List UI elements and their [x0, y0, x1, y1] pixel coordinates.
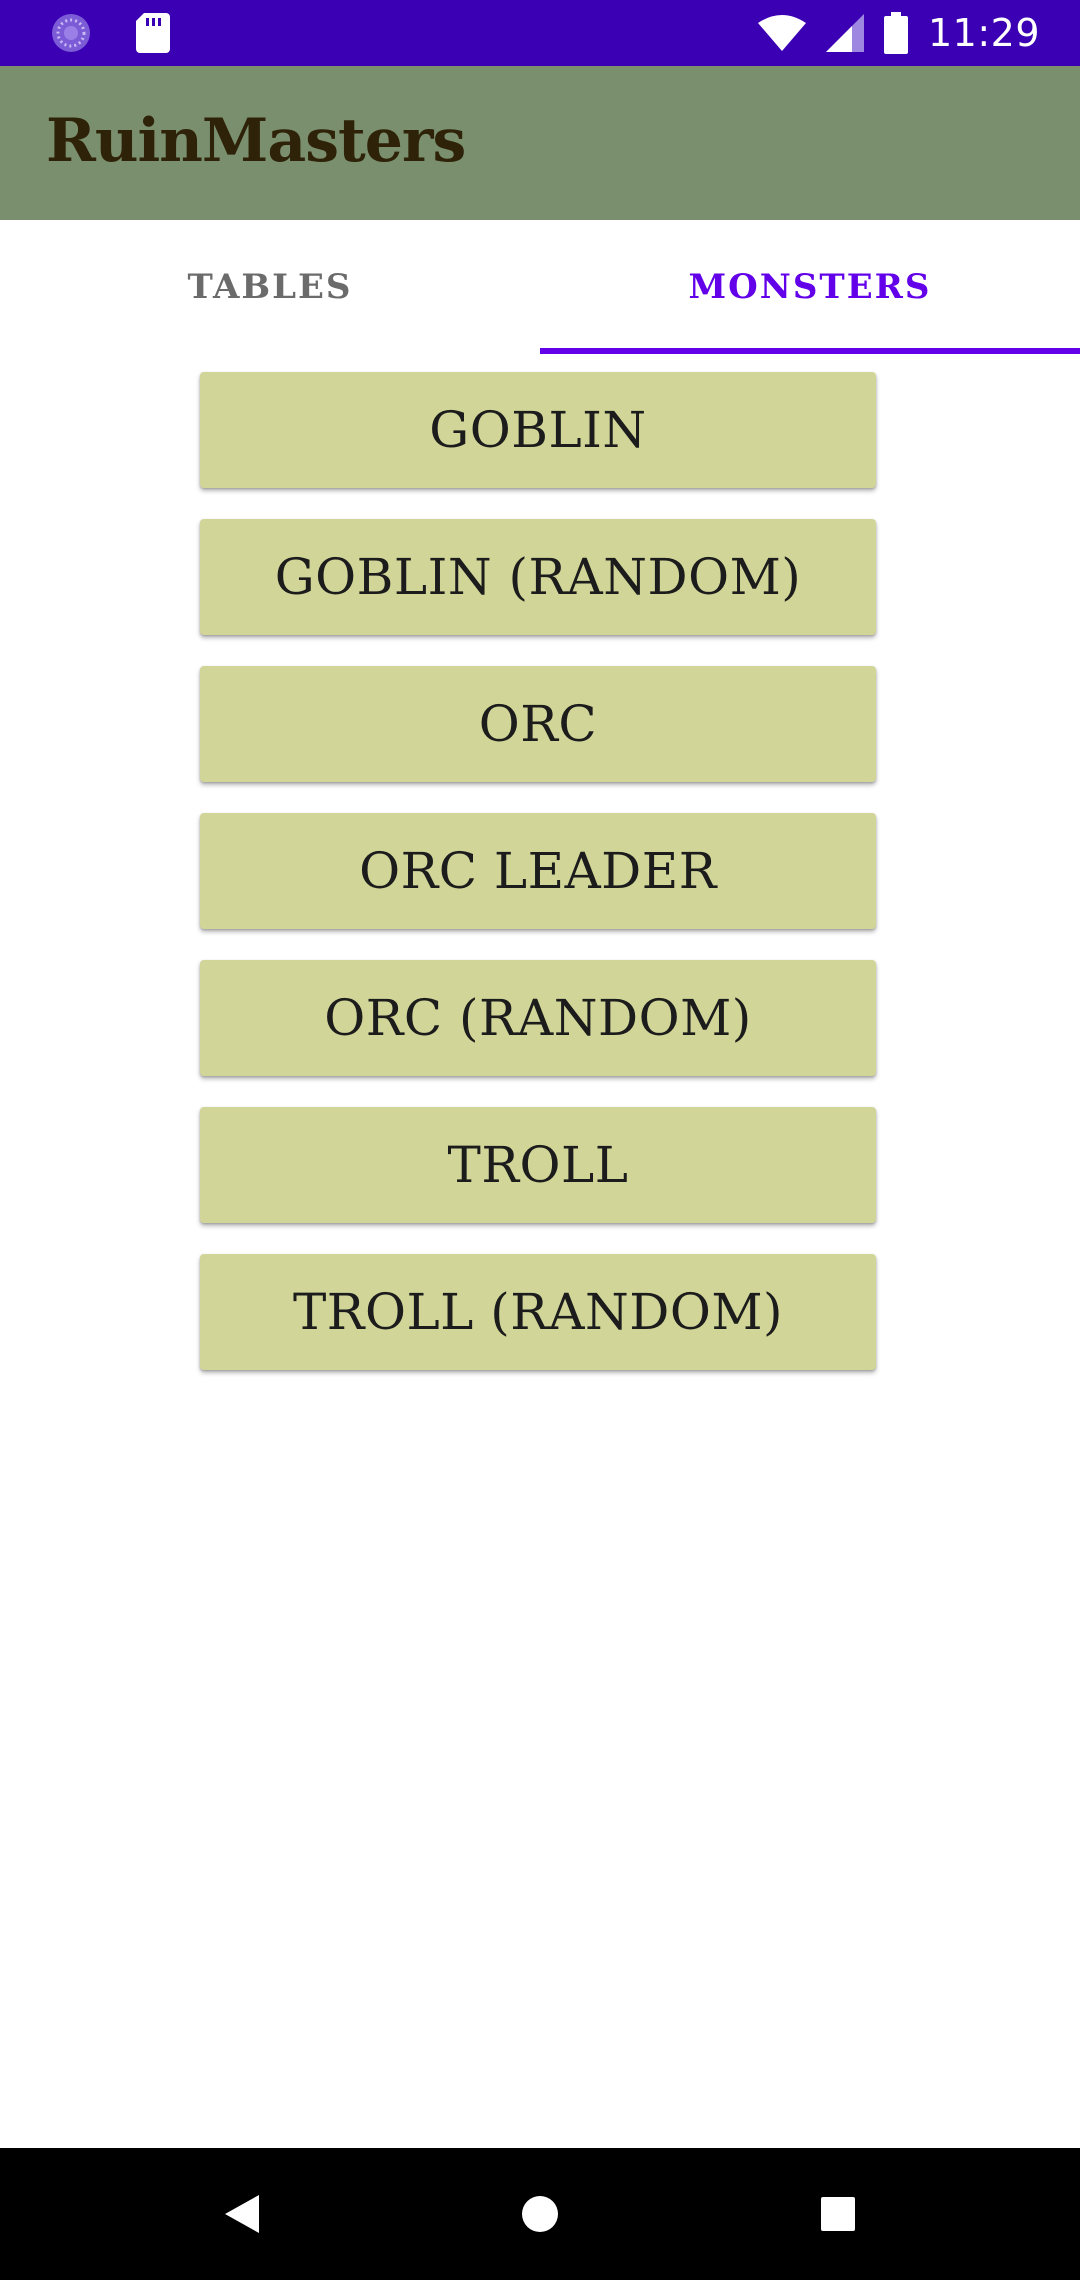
tab-tables-label: TABLES [187, 267, 353, 307]
monster-button-goblin-random[interactable]: GOBLIN (RANDOM) [200, 519, 876, 635]
app-title: RuinMasters [46, 106, 466, 176]
monster-button-label: TROLL [447, 1136, 629, 1194]
navigation-bar [0, 2148, 1080, 2280]
home-icon[interactable] [520, 2194, 560, 2234]
monster-button-label: ORC LEADER [359, 842, 717, 900]
monster-button-label: TROLL (RANDOM) [292, 1283, 784, 1341]
monster-button-label: ORC [478, 695, 598, 753]
status-right-icons: 11:29 [757, 0, 1040, 66]
sd-card-icon [136, 13, 170, 53]
back-icon[interactable] [222, 2194, 262, 2234]
battery-icon [883, 12, 908, 54]
monster-button-troll-random[interactable]: TROLL (RANDOM) [200, 1254, 876, 1370]
status-time: 11:29 [927, 11, 1040, 55]
tab-bar: TABLES MONSTERS [0, 220, 1080, 354]
tab-monsters[interactable]: MONSTERS [540, 220, 1080, 354]
loading-icon [50, 12, 92, 54]
monster-button-orc-random[interactable]: ORC (RANDOM) [200, 960, 876, 1076]
signal-icon [825, 14, 864, 52]
monster-button-troll[interactable]: TROLL [200, 1107, 876, 1223]
monster-list: GOBLIN GOBLIN (RANDOM) ORC ORC LEADER OR… [200, 372, 880, 1401]
status-bar: 11:29 [0, 0, 1080, 66]
tab-monsters-label: MONSTERS [688, 267, 932, 307]
monster-button-label: GOBLIN (RANDOM) [274, 548, 802, 606]
recents-icon[interactable] [818, 2194, 858, 2234]
tab-active-indicator [540, 348, 1080, 354]
monster-button-orc[interactable]: ORC [200, 666, 876, 782]
wifi-icon [757, 15, 806, 51]
monster-button-goblin[interactable]: GOBLIN [200, 372, 876, 488]
monster-button-orc-leader[interactable]: ORC LEADER [200, 813, 876, 929]
tab-tables[interactable]: TABLES [0, 220, 540, 354]
monster-button-label: GOBLIN [429, 401, 647, 459]
monster-button-label: ORC (RANDOM) [324, 989, 752, 1047]
app-bar: RuinMasters [0, 66, 1080, 220]
screen: 11:29 RuinMasters TABLES MONSTERS GOBLIN… [0, 0, 1080, 2280]
status-left-icons [50, 11, 170, 55]
